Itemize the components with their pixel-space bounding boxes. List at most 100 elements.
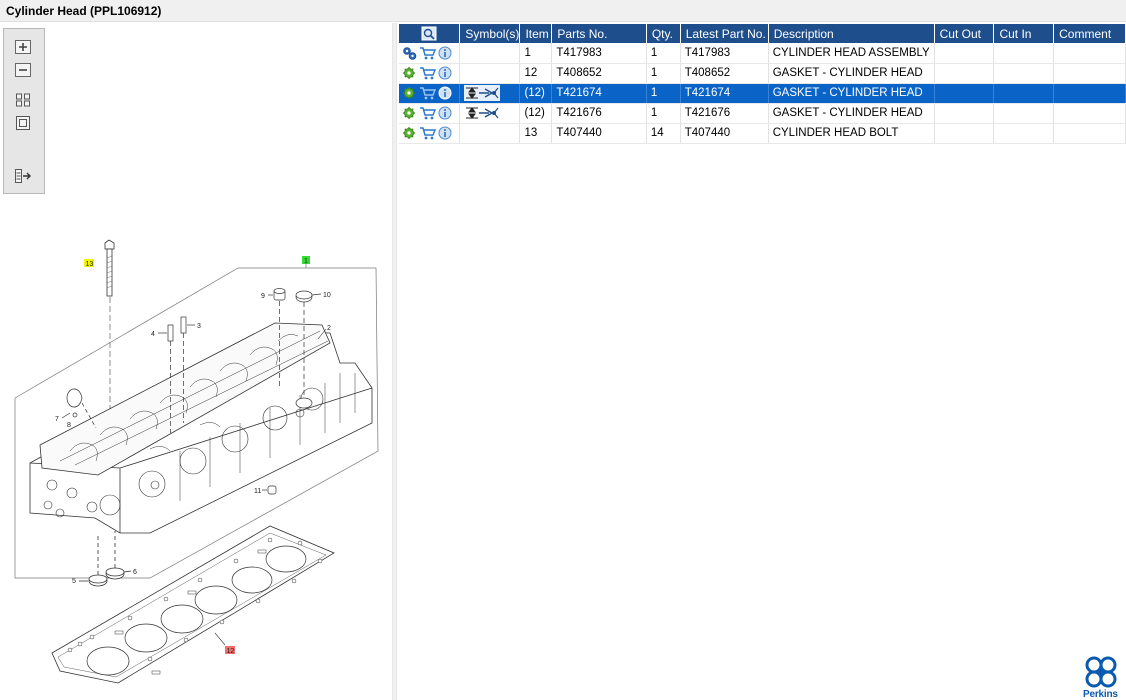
callout-7[interactable]: 7 — [55, 416, 59, 423]
parts-list-pane: Symbol(s) Item Parts No. Qty. Latest Par… — [397, 23, 1126, 700]
zoom-in-button[interactable] — [13, 38, 33, 56]
info-icon[interactable] — [438, 46, 452, 60]
cell-qty: 1 — [646, 103, 681, 124]
export-button[interactable] — [13, 167, 33, 185]
row-actions — [399, 123, 461, 144]
cell-cut-out — [934, 103, 995, 124]
cell-cut-in — [993, 43, 1055, 64]
column-header-parts-no[interactable]: Parts No. — [551, 24, 647, 43]
cell-latest-part-no: T421676 — [680, 103, 769, 124]
callout-8[interactable]: 8 — [67, 422, 71, 429]
table-row[interactable]: 12 T408652 1 T408652 GASKET - CYLINDER H… — [399, 63, 1126, 84]
column-header-symbols[interactable]: Symbol(s) — [459, 24, 521, 43]
cell-cut-in — [993, 123, 1055, 144]
column-header-latest-part-no[interactable]: Latest Part No. — [680, 24, 769, 43]
cell-item: (12) — [519, 103, 553, 124]
gear-icon[interactable] — [402, 86, 417, 100]
info-icon[interactable] — [438, 126, 452, 140]
cell-cut-out — [934, 63, 995, 84]
cell-description: GASKET - CYLINDER HEAD — [768, 63, 935, 84]
info-icon[interactable] — [438, 86, 452, 100]
column-header-item[interactable]: Item — [519, 24, 553, 43]
cell-part-no: T417983 — [551, 43, 647, 64]
cell-part-no: T408652 — [551, 63, 647, 84]
cell-description: GASKET - CYLINDER HEAD — [768, 103, 935, 124]
gasket-part[interactable] — [51, 525, 335, 684]
callout-9[interactable]: 9 — [261, 293, 265, 300]
table-row-selected[interactable]: (12) T421674 1 T421674 GASKET - CYLINDER… — [399, 83, 1126, 104]
square-icon — [16, 116, 30, 130]
callout-4[interactable]: 4 — [151, 331, 155, 338]
list-arrow-icon — [15, 169, 31, 183]
cart-icon[interactable] — [419, 46, 436, 60]
column-header-description[interactable]: Description — [768, 24, 935, 43]
gear-icon[interactable] — [402, 106, 417, 120]
gear-icon[interactable] — [402, 126, 417, 140]
callout-3[interactable]: 3 — [197, 323, 201, 330]
small-plug-part[interactable] — [262, 485, 277, 495]
cart-icon[interactable] — [419, 106, 436, 120]
zoom-out-button[interactable] — [13, 61, 33, 79]
zoom-out-icon — [15, 63, 31, 77]
cell-qty: 1 — [646, 43, 681, 64]
cart-icon[interactable] — [419, 66, 436, 80]
zoom-in-icon — [15, 40, 31, 54]
diagram-pane[interactable]: 13 1 4 3 9 10 2 7 8 11 5 6 12 — [0, 23, 392, 700]
callout-11[interactable]: 11 — [254, 488, 261, 495]
alternative-parts-icon — [464, 85, 501, 101]
info-icon[interactable] — [438, 106, 452, 120]
cell-latest-part-no: T408652 — [680, 63, 769, 84]
table-row[interactable]: (12) T421676 1 T421676 GASKET - CYLINDER… — [399, 103, 1126, 124]
cell-item: 13 — [519, 123, 553, 144]
title-bar: Cylinder Head (PPL106912) — [0, 0, 1126, 22]
cell-part-no: T421674 — [551, 83, 647, 104]
fit-window-button[interactable] — [13, 114, 33, 132]
callout-12[interactable]: 12 — [227, 648, 235, 655]
cart-icon[interactable] — [419, 126, 436, 140]
cell-cut-out — [934, 123, 995, 144]
cell-qty: 1 — [646, 63, 681, 84]
column-header-cut-out[interactable]: Cut Out — [934, 24, 995, 43]
cylinder-head-part[interactable] — [29, 322, 373, 534]
column-header-comment[interactable]: Comment — [1053, 24, 1126, 43]
parts-table: Symbol(s) Item Parts No. Qty. Latest Par… — [399, 24, 1126, 144]
cell-comment — [1053, 83, 1126, 104]
fit-all-button[interactable] — [13, 91, 33, 109]
alternative-parts-icon — [466, 107, 499, 119]
assembly-gears-icon[interactable] — [402, 46, 417, 60]
table-row[interactable]: 13 T407440 14 T407440 CYLINDER HEAD BOLT — [399, 123, 1126, 144]
table-row[interactable]: 1 T417983 1 T417983 CYLINDER HEAD ASSEMB… — [399, 43, 1126, 64]
cell-item: (12) — [519, 83, 553, 104]
cell-cut-in — [993, 63, 1055, 84]
cell-item: 12 — [519, 63, 553, 84]
callout-10[interactable]: 10 — [323, 292, 331, 299]
column-header-qty[interactable]: Qty. — [646, 24, 681, 43]
callout-13[interactable]: 13 — [86, 261, 94, 268]
callout-5[interactable]: 5 — [72, 578, 76, 585]
gear-icon[interactable] — [402, 66, 417, 80]
cart-icon[interactable] — [419, 86, 436, 100]
cell-latest-part-no: T421674 — [680, 83, 769, 104]
cell-part-no: T421676 — [551, 103, 647, 124]
cell-cut-out — [934, 83, 995, 104]
cell-symbol — [459, 43, 521, 64]
info-icon[interactable] — [438, 66, 452, 80]
cell-comment — [1053, 63, 1126, 84]
cell-symbol — [459, 103, 521, 124]
column-header-cut-in[interactable]: Cut In — [993, 24, 1055, 43]
exploded-parts-diagram[interactable]: 13 1 4 3 9 10 2 7 8 11 5 6 12 — [0, 213, 392, 700]
cell-latest-part-no: T417983 — [680, 43, 769, 64]
cell-symbol — [459, 123, 521, 144]
column-header-view[interactable] — [399, 24, 461, 43]
zoom-toolbar — [3, 28, 45, 194]
cell-description: CYLINDER HEAD ASSEMBLY — [768, 43, 935, 64]
cell-description: GASKET - CYLINDER HEAD — [768, 83, 935, 104]
cell-cut-in — [993, 83, 1055, 104]
row-actions — [399, 63, 461, 84]
callout-2[interactable]: 2 — [327, 325, 331, 332]
cell-cut-out — [934, 43, 995, 64]
row-actions — [399, 43, 461, 64]
cell-qty: 14 — [646, 123, 681, 144]
callout-6[interactable]: 6 — [133, 569, 137, 576]
cell-symbol — [459, 63, 521, 84]
